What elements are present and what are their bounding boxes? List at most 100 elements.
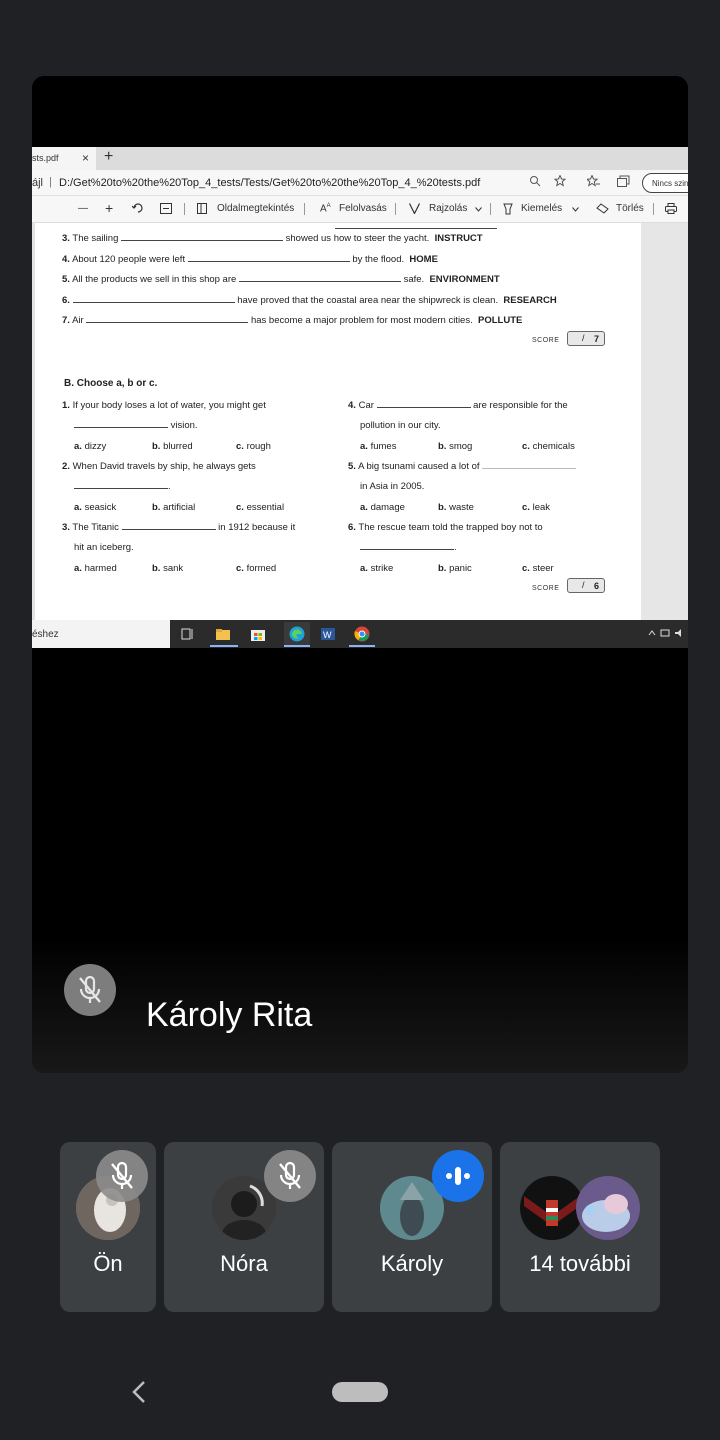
score-box-b: / 6	[567, 578, 605, 593]
meet-screen: sts.pdf × + ájl | D:/Get%20to%20the%20To…	[0, 0, 720, 1440]
zoom-out-button[interactable]: —	[78, 203, 88, 214]
system-tray-icons[interactable]	[648, 628, 684, 640]
option-b6-b[interactable]: b. panic	[438, 563, 472, 574]
chrome-icon[interactable]	[354, 626, 370, 642]
participant-name: Nóra	[220, 1251, 268, 1276]
option-b4-b[interactable]: b. smog	[438, 441, 472, 452]
collections-icon[interactable]	[617, 175, 630, 190]
mic-off-icon	[264, 1150, 316, 1202]
home-nav-pill[interactable]	[332, 1382, 388, 1402]
participant-name: 14 további	[529, 1251, 631, 1276]
option-b6-c[interactable]: c. steer	[522, 563, 554, 574]
highlight-icon	[502, 203, 514, 218]
fit-page-icon[interactable]	[160, 203, 172, 217]
pdf-toolbar: — + Oldalmegtekintés AA Felolvasás Rajzo…	[32, 196, 688, 223]
score-label: SCORE	[532, 337, 560, 344]
rotate-icon[interactable]	[131, 202, 144, 217]
option-b1-c[interactable]: c. rough	[236, 441, 271, 452]
section-b-title: B. Choose a, b or c.	[64, 378, 158, 389]
toolbar-divider	[395, 203, 396, 215]
address-bar[interactable]: ájl | D:/Get%20to%20the%20Top_4_tests/Te…	[32, 170, 688, 196]
option-b1-b[interactable]: b. blurred	[152, 441, 193, 452]
eraser-icon	[596, 203, 609, 217]
answer-blank	[72, 295, 235, 303]
option-b5-b[interactable]: b. waste	[438, 502, 474, 513]
option-b3-a[interactable]: a. harmed	[74, 563, 117, 574]
edge-browser-icon[interactable]	[289, 626, 305, 642]
back-nav-icon[interactable]	[128, 1378, 152, 1406]
question-b3: 3. The Titanic in 1912 because it	[62, 522, 296, 533]
participant-tile-karoly[interactable]: Károly	[332, 1142, 492, 1312]
presenter-tile[interactable]: sts.pdf × + ájl | D:/Get%20to%20the%20To…	[32, 76, 688, 1073]
option-b3-b[interactable]: b. sank	[152, 563, 183, 574]
answer-blank	[238, 274, 401, 282]
option-b5-c[interactable]: c. leak	[522, 502, 550, 513]
option-b6-a[interactable]: a. strike	[360, 563, 393, 574]
option-b4-a[interactable]: a. fumes	[360, 441, 396, 452]
zoom-icon[interactable]	[529, 175, 541, 190]
option-b1-a[interactable]: a. dizzy	[74, 441, 106, 452]
new-tab-icon[interactable]: +	[104, 148, 113, 166]
print-icon[interactable]	[665, 203, 677, 217]
option-b4-c[interactable]: c. chemicals	[522, 441, 575, 452]
favorites-icon[interactable]	[585, 174, 600, 190]
chevron-down-icon[interactable]	[475, 204, 482, 215]
question-b5-line2: in Asia in 2005.	[360, 481, 425, 492]
word-icon[interactable]: W	[320, 626, 336, 642]
pdf-viewer[interactable]: 3. The sailing showed us how to steer th…	[32, 223, 688, 620]
score-slash: /	[582, 333, 585, 343]
score-value: 7	[593, 334, 599, 344]
option-b3-c[interactable]: c. formed	[236, 563, 276, 574]
question-b1-line2: vision.	[74, 420, 198, 431]
url-text[interactable]: D:/Get%20to%20the%20Top_4_tests/Tests/Ge…	[59, 177, 480, 189]
participant-tile-self[interactable]: Ön	[60, 1142, 156, 1312]
browser-tab[interactable]: sts.pdf ×	[32, 147, 96, 170]
erase-button[interactable]: Törlés	[616, 203, 644, 214]
highlight-button[interactable]: Kiemelés	[521, 203, 562, 214]
score-label: SCORE	[532, 585, 560, 592]
answer-blank	[360, 542, 454, 550]
task-view-icon[interactable]	[180, 626, 196, 642]
answer-blank	[482, 461, 577, 469]
tab-close-icon[interactable]: ×	[82, 151, 89, 165]
option-b2-c[interactable]: c. essential	[236, 502, 284, 513]
taskbar-search[interactable]: éshez	[32, 620, 170, 648]
answer-blank	[335, 221, 497, 229]
tile-shade	[32, 936, 688, 1073]
read-aloud-icon: AA	[320, 203, 331, 215]
store-icon[interactable]	[250, 626, 266, 642]
zoom-in-button[interactable]: +	[105, 200, 113, 216]
question-a3: 3. The sailing showed us how to steer th…	[62, 233, 483, 244]
question-b6-line2: .	[360, 542, 457, 553]
address-prefix: ájl	[32, 177, 44, 189]
participant-name: Károly	[380, 1251, 444, 1276]
tab-title: sts.pdf	[32, 153, 59, 163]
toolbar-divider	[490, 203, 491, 215]
file-explorer-icon[interactable]	[215, 626, 231, 642]
question-a5: 5. All the products we sell in this shop…	[62, 274, 500, 285]
page-view-button[interactable]: Oldalmegtekintés	[217, 203, 294, 214]
mic-off-icon	[96, 1150, 148, 1202]
option-b5-a[interactable]: a. damage	[360, 502, 405, 513]
pdf-scrollbar-area[interactable]	[641, 223, 688, 620]
option-b2-a[interactable]: a. seasick	[74, 502, 116, 513]
answer-blank	[376, 400, 471, 408]
answer-blank	[121, 522, 216, 530]
avatar	[520, 1176, 584, 1240]
draw-button[interactable]: Rajzolás	[429, 203, 467, 214]
option-b2-b[interactable]: b. artificial	[152, 502, 195, 513]
participant-tile-more[interactable]: 14 további	[500, 1142, 660, 1312]
toolbar-divider	[653, 203, 654, 215]
profile-button[interactable]: Nincs szin	[642, 173, 688, 193]
question-b6: 6. The rescue team told the trapped boy …	[348, 522, 543, 533]
toolbar-divider	[184, 203, 185, 215]
pdf-page: 3. The sailing showed us how to steer th…	[35, 223, 641, 620]
read-aloud-button[interactable]: Felolvasás	[339, 203, 387, 214]
favorite-add-icon[interactable]	[553, 174, 567, 190]
participant-tile-nora[interactable]: Nóra	[164, 1142, 324, 1312]
chevron-down-icon[interactable]	[572, 204, 579, 215]
shared-screen: sts.pdf × + ájl | D:/Get%20to%20the%20To…	[32, 147, 688, 724]
page-view-icon	[197, 203, 207, 217]
speaking-indicator-icon	[432, 1150, 484, 1202]
question-b2-line2: .	[74, 481, 171, 492]
